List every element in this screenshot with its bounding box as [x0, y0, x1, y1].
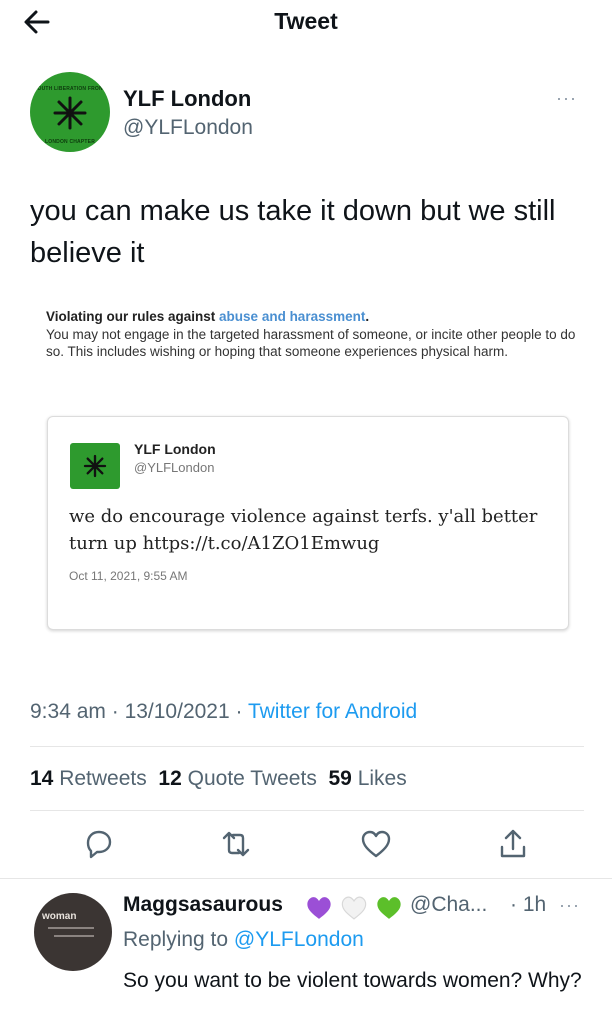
- notice-body: You may not engage in the targeted haras…: [46, 326, 576, 360]
- avatar-top-text: YOUTH LIBERATION FRONT: [33, 86, 107, 92]
- replying-to: Replying to @YLFLondon: [123, 928, 364, 952]
- purple-heart-icon: [307, 897, 331, 919]
- reply-time: · 1h: [510, 893, 547, 916]
- retweets-stat[interactable]: 14 Retweets: [30, 767, 147, 790]
- violation-notice: Violating our rules against abuse and ha…: [46, 308, 576, 361]
- quoted-tweet-card[interactable]: YLF London @YLFLondon we do encourage vi…: [47, 416, 569, 630]
- notice-heading: Violating our rules against: [46, 309, 220, 324]
- quoted-tweet-text: we do encourage violence against terfs. …: [69, 506, 538, 554]
- top-bar: Tweet: [0, 0, 612, 44]
- more-options-icon[interactable]: ···: [556, 88, 577, 109]
- divider: [30, 746, 584, 747]
- white-heart-icon: [341, 896, 367, 920]
- quotes-stat[interactable]: 12 Quote Tweets: [158, 767, 316, 790]
- star-arrows-icon: [83, 454, 107, 478]
- green-heart-icon: [377, 897, 401, 919]
- reply-text: So you want to be violent towards women?…: [123, 969, 582, 992]
- like-icon[interactable]: [358, 826, 394, 862]
- divider: [30, 810, 584, 811]
- avatar[interactable]: YOUTH LIBERATION FRONT LONDON CHAPTER: [30, 72, 110, 152]
- notice-heading-end: .: [365, 309, 370, 324]
- reply-author-name[interactable]: Maggsasaurous: [123, 893, 283, 917]
- page-title: Tweet: [274, 8, 338, 34]
- meta-separator: ·: [229, 700, 248, 723]
- replying-prefix: Replying to: [123, 928, 234, 951]
- notice-link[interactable]: abuse and harassment: [219, 309, 365, 324]
- replying-handle-link[interactable]: @YLFLondon: [234, 928, 364, 951]
- quoted-author-handle: @YLFLondon: [134, 460, 215, 475]
- quoted-author-name: YLF London: [134, 441, 216, 457]
- divider: [0, 878, 612, 879]
- quoted-timestamp: Oct 11, 2021, 9:55 AM: [69, 569, 188, 583]
- reply-avatar[interactable]: woman: [34, 893, 112, 971]
- author-name[interactable]: YLF London: [123, 86, 251, 112]
- author-handle[interactable]: @YLFLondon: [123, 116, 253, 140]
- quoted-avatar: [70, 443, 120, 489]
- avatar-text: woman: [42, 911, 77, 922]
- tweet-text: you can make us take it down but we stil…: [30, 195, 556, 269]
- tweet-source-link[interactable]: Twitter for Android: [248, 700, 417, 723]
- reply-author-handle[interactable]: @Cha...: [410, 893, 487, 917]
- star-arrows-icon: [53, 96, 87, 130]
- likes-stat[interactable]: 59 Likes: [329, 767, 407, 790]
- share-icon[interactable]: [495, 826, 531, 862]
- more-options-icon[interactable]: ···: [559, 895, 580, 916]
- action-bar: [30, 826, 584, 866]
- meta-separator: ·: [105, 700, 125, 723]
- tweet-stats: 14 Retweets 12 Quote Tweets 59 Likes: [30, 767, 407, 791]
- avatar-bottom-text: LONDON CHAPTER: [44, 139, 96, 145]
- tweet-time: 9:34 am: [30, 700, 106, 723]
- reply-icon[interactable]: [80, 826, 116, 862]
- retweet-icon[interactable]: [218, 826, 254, 862]
- tweet-meta: 9:34 am · 13/10/2021 · Twitter for Andro…: [30, 700, 417, 724]
- tweet-date: 13/10/2021: [124, 700, 230, 723]
